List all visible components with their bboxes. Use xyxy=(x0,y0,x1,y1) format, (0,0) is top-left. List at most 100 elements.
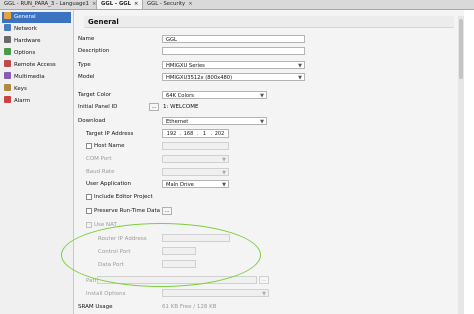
com-port-label: COM Port xyxy=(86,156,112,162)
router-ip-label: Router IP Address xyxy=(98,236,147,242)
sidebar-item-options[interactable]: Options xyxy=(2,48,71,59)
type-select[interactable]: HMIGXU Series ▼ xyxy=(162,61,305,69)
description-field[interactable] xyxy=(162,47,305,55)
sidebar-item-alarm[interactable]: Alarm xyxy=(2,96,71,107)
sidebar-item-label: Network xyxy=(14,26,37,32)
data-port-field[interactable] xyxy=(162,260,196,268)
type-label: Type xyxy=(78,62,91,68)
baud-rate-select[interactable]: ▼ xyxy=(162,168,229,176)
preserve-runtime-button[interactable]: ... xyxy=(162,207,172,215)
initial-panel-value: 1: WELCOME xyxy=(163,104,199,110)
page-title: General xyxy=(84,16,454,28)
chevron-down-icon: ▼ xyxy=(222,157,226,163)
chevron-down-icon: ▼ xyxy=(298,63,302,69)
download-select[interactable]: Ethernet ▼ xyxy=(162,117,267,125)
sidebar-item-label: Options xyxy=(14,50,36,56)
use-nat-checkbox[interactable] xyxy=(86,222,92,228)
initial-panel-browse-button[interactable]: ... xyxy=(149,103,159,111)
ip-dot: . xyxy=(197,131,199,137)
install-options-select[interactable]: ▼ xyxy=(162,289,269,297)
ip-octet[interactable]: 1 xyxy=(200,131,209,137)
ip-octet[interactable]: 192 xyxy=(166,131,177,137)
host-name-label: Host Name xyxy=(94,143,125,149)
document-tab-bar: GGL - RUN_PARA_3 - Language1 × GGL - GGL ×… xyxy=(0,0,474,10)
user-application-value: Main Drive xyxy=(166,182,194,188)
user-application-label: User Application xyxy=(86,181,132,187)
name-field[interactable]: GGL xyxy=(162,35,305,43)
general-icon xyxy=(4,12,11,19)
sram-usage-label: SRAM Usage xyxy=(78,304,113,310)
install-options-label: Install Options xyxy=(86,291,126,297)
vertical-scrollbar[interactable] xyxy=(458,16,464,314)
sidebar-item-multimedia[interactable]: Multimedia xyxy=(2,72,71,83)
close-icon[interactable]: × xyxy=(134,1,138,7)
sidebar-item-general[interactable]: General xyxy=(2,12,71,23)
target-color-label: Target Color xyxy=(78,92,112,98)
chevron-down-icon: ▼ xyxy=(222,170,226,176)
model-label: Model xyxy=(78,74,95,80)
include-editor-checkbox[interactable] xyxy=(86,194,92,200)
network-icon xyxy=(4,24,11,31)
preserve-runtime-checkbox[interactable] xyxy=(86,208,92,214)
ip-dot: . xyxy=(180,131,182,137)
initial-panel-label: Initial Panel ID xyxy=(78,104,118,110)
tab-security[interactable]: GGL - Security × xyxy=(143,0,197,9)
tab-label: GGL - RUN_PARA_3 - Language1 xyxy=(4,1,89,7)
model-value: HMIGXU3512x (800x480) xyxy=(166,75,233,81)
target-color-select[interactable]: 64K Colors ▼ xyxy=(162,91,267,99)
general-settings-panel: General Name GGL Description Type HMIGXU… xyxy=(74,10,464,314)
ip-octet[interactable]: 202 xyxy=(214,131,225,137)
model-select[interactable]: HMIGXU3512x (800x480) ▼ xyxy=(162,73,305,81)
use-nat-label: Use NAT xyxy=(94,222,117,228)
target-ip-field[interactable]: 192 . 168 . 1 . 202 xyxy=(162,129,229,138)
tab-label: GGL - Security xyxy=(147,1,186,7)
chevron-down-icon: ▼ xyxy=(260,119,264,125)
scrollbar-thumb[interactable] xyxy=(459,19,463,79)
router-ip-field[interactable] xyxy=(162,234,230,242)
sidebar-item-label: General xyxy=(14,14,36,20)
host-name-checkbox[interactable] xyxy=(86,143,92,149)
sidebar-item-label: Hardware xyxy=(14,38,41,44)
sidebar-item-label: Keys xyxy=(14,86,27,92)
chevron-down-icon: ▼ xyxy=(262,291,266,297)
close-icon[interactable]: × xyxy=(188,1,192,7)
baud-rate-label: Baud Rate xyxy=(86,169,115,175)
chevron-down-icon: ▼ xyxy=(260,93,264,99)
name-label: Name xyxy=(78,36,95,42)
preserve-runtime-label: Preserve Run-Time Data xyxy=(94,208,161,214)
remote-access-icon xyxy=(4,60,11,67)
sidebar-item-network[interactable]: Network xyxy=(2,24,71,35)
download-label: Download xyxy=(78,118,106,124)
path-browse-button[interactable]: ... xyxy=(259,276,269,284)
user-application-select[interactable]: Main Drive ▼ xyxy=(162,180,229,188)
tab-label: GGL - GGL xyxy=(101,1,132,7)
data-port-label: Data Port xyxy=(98,262,124,268)
sidebar-item-label: Alarm xyxy=(14,98,31,104)
chevron-down-icon: ▼ xyxy=(298,75,302,81)
alarm-icon xyxy=(4,96,11,103)
chevron-down-icon: ▼ xyxy=(222,182,226,188)
path-field[interactable] xyxy=(97,276,257,284)
tab-ggl[interactable]: GGL - GGL × xyxy=(96,0,144,9)
include-editor-label: Include Editor Project xyxy=(94,194,153,200)
description-label: Description xyxy=(78,48,110,54)
sidebar-item-label: Remote Access xyxy=(14,62,56,68)
host-name-field[interactable] xyxy=(162,142,229,150)
sidebar-item-remote-access[interactable]: Remote Access xyxy=(2,60,71,71)
options-icon xyxy=(4,48,11,55)
multimedia-icon xyxy=(4,72,11,79)
sidebar-item-keys[interactable]: Keys xyxy=(2,84,71,95)
sram-usage-value: 61 KB Free / 128 KB xyxy=(162,304,217,310)
ip-dot: . xyxy=(211,131,213,137)
com-port-select[interactable]: ▼ xyxy=(162,155,229,163)
tab-run-para[interactable]: GGL - RUN_PARA_3 - Language1 × xyxy=(0,0,100,9)
sidebar-item-hardware[interactable]: Hardware xyxy=(2,36,71,47)
target-ip-label: Target IP Address xyxy=(86,131,134,137)
key-icon xyxy=(4,84,11,91)
type-value: HMIGXU Series xyxy=(166,63,205,69)
control-port-label: Control Port xyxy=(98,249,131,255)
settings-sidebar: General Network Hardware Options Remote … xyxy=(0,10,74,314)
control-port-field[interactable] xyxy=(162,247,196,255)
ip-octet[interactable]: 168 xyxy=(183,131,194,137)
sidebar-item-label: Multimedia xyxy=(14,74,45,80)
